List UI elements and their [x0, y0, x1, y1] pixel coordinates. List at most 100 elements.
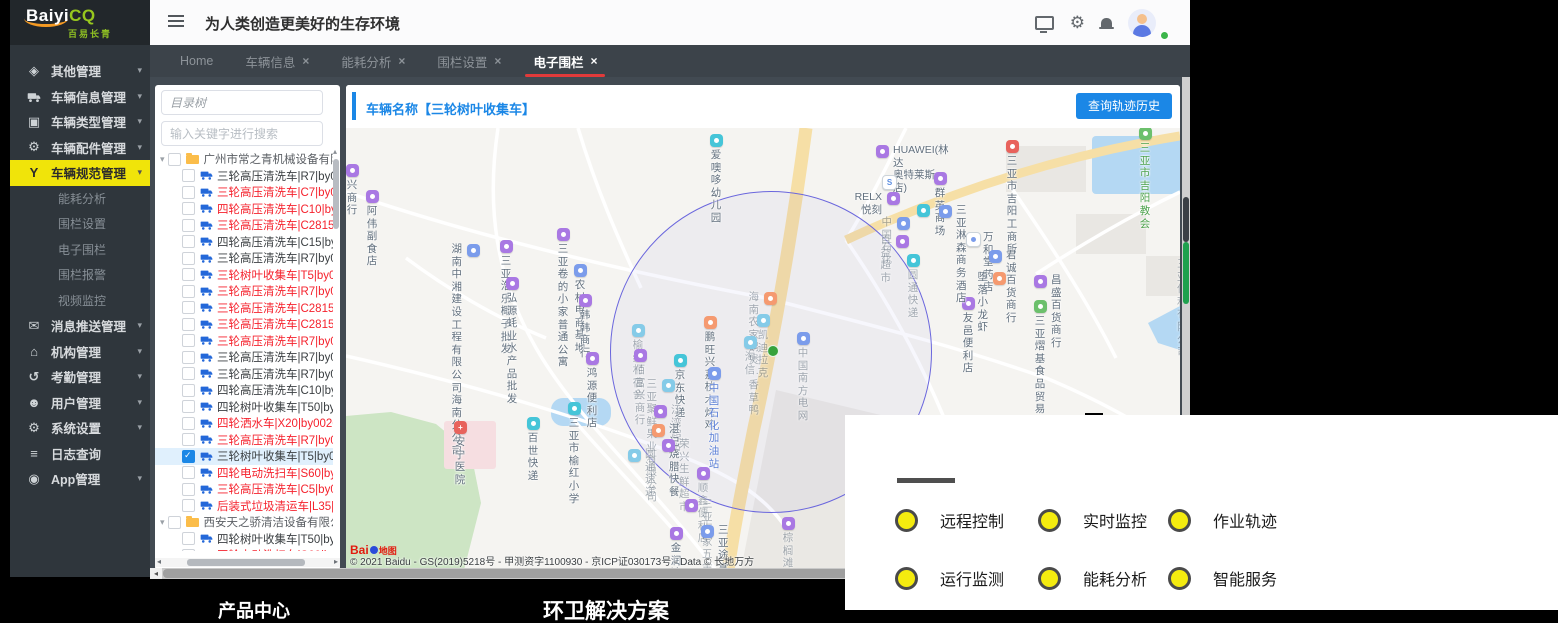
tree-vehicle-row[interactable]: 三轮高压清洗车|C2815|by00031 [155, 316, 333, 333]
tree-group-row[interactable]: ▾ 西安天之骄清洁设备有限公司 [155, 514, 333, 531]
tree-vehicle-row[interactable]: 四轮高压清洗车|C10|by00102 [155, 201, 333, 218]
tree-checkbox[interactable] [182, 301, 195, 315]
poi-marker-icon [467, 244, 480, 257]
tree-vehicle-row[interactable]: 三轮高压清洗车|R7|by00111 [155, 366, 333, 383]
tree-checkbox[interactable] [182, 532, 195, 546]
truck-icon [200, 385, 213, 396]
tree-vehicle-row[interactable]: 三轮高压清洗车|C2815|by00017 [155, 217, 333, 234]
sidebar-item-organization[interactable]: ⌂ 机构管理 ▾ [10, 339, 150, 365]
tree-checkbox[interactable] [182, 548, 195, 551]
tab-围栏设置[interactable]: 围栏设置 [421, 45, 517, 77]
sidebar-item-vehicle-standard[interactable]: Y 车辆规范管理 ▾ [10, 160, 150, 186]
tree-checkbox[interactable] [182, 202, 195, 216]
avatar[interactable] [1128, 8, 1156, 37]
search-input[interactable] [161, 121, 323, 146]
sidebar-item-vehicle-type[interactable]: ▣ 车辆类型管理 ▾ [10, 109, 150, 135]
sidebar-item-vehicle-parts[interactable]: ⚙ 车辆配件管理 ▾ [10, 135, 150, 161]
tree-horizontal-scrollbar[interactable] [155, 558, 340, 567]
tree-expander-icon[interactable]: ▾ [160, 517, 165, 528]
sidebar-menu: ◈ 其他管理 ▾ 车辆信息管理 ▾ ▣ 车辆类型管理 ▾ ⚙ 车辆配件管理 ▾ … [10, 45, 150, 577]
tree-checkbox[interactable] [182, 284, 195, 298]
sidebar-item-users[interactable]: ☻ 用户管理 ▾ [10, 390, 150, 416]
tree-vehicle-row[interactable]: 四轮电动洗扫车|S60|by00189 [155, 547, 333, 551]
tree-vehicle-row[interactable]: 三轮树叶收集车|T5|by00219 [155, 448, 333, 465]
monitor-icon[interactable] [1034, 15, 1054, 33]
sidebar-subitem-2[interactable]: 电子围栏 [10, 237, 150, 263]
tree-vehicle-row[interactable]: 三轮高压清洗车|C7|by00143 [155, 184, 333, 201]
tree-vehicle-row[interactable]: 三轮高压清洗车|R7|by00112 [155, 349, 333, 366]
tree-group-row[interactable]: ▾ 广州市常之青机械设备有限公司 [155, 151, 333, 168]
tree-vehicle-row[interactable]: 三轮高压清洗车|R7|by00114 [155, 333, 333, 350]
tree-vehicle-row[interactable]: 三轮高压清洗车|C5|by00147 [155, 481, 333, 498]
sidebar-item-other-management[interactable]: ◈ 其他管理 ▾ [10, 58, 150, 84]
tree-vehicle-row[interactable]: 三轮树叶收集车|T5|by00228 [155, 267, 333, 284]
sidebar-item-app[interactable]: ◉ App管理 ▾ [10, 466, 150, 492]
tree-checkbox[interactable] [182, 482, 195, 496]
directory-tree-input[interactable] [161, 90, 323, 115]
sidebar-subitem-4[interactable]: 视频监控 [10, 288, 150, 314]
tree-checkbox[interactable] [182, 251, 195, 265]
tree-vehicle-row[interactable]: 三轮高压清洗车|R7|by00120 [155, 250, 333, 267]
tree-vehicle-row[interactable]: 三轮高压清洗车|C2815|by00002 [155, 300, 333, 317]
tree-vehicle-row[interactable]: 四轮高压清洗车|C10|by00089 [155, 382, 333, 399]
sidebar-subitem-0[interactable]: 能耗分析 [10, 186, 150, 212]
tree-vehicle-row[interactable]: 四轮树叶收集车|T50|by00218 [155, 531, 333, 548]
tree-expander-icon[interactable]: ▾ [160, 154, 165, 165]
tree-checkbox[interactable] [182, 416, 195, 430]
tree-vehicle-row[interactable]: 四轮高压清洗车|C15|by00074 [155, 234, 333, 251]
gear-icon[interactable]: ⚙ [1070, 14, 1085, 31]
tree-checkbox[interactable] [182, 317, 195, 331]
tree-vehicle-row[interactable]: 四轮电动洗扫车|S60|by00182 [155, 465, 333, 482]
scroll-left-icon[interactable] [150, 568, 162, 579]
tree-vehicle-row[interactable]: 四轮树叶收集车|T50|by00210 [155, 399, 333, 416]
sidebar-subitem-3[interactable]: 围栏报警 [10, 262, 150, 288]
tab-close-icon[interactable] [398, 54, 405, 68]
tree-vertical-scrollbar[interactable] [333, 147, 339, 541]
scrollbar-thumb[interactable] [1183, 242, 1189, 304]
tab-Home[interactable]: Home [164, 45, 229, 77]
tree-vehicle-row[interactable]: 三轮高压清洗车|R7|by00109 [155, 432, 333, 449]
tree-checkbox[interactable] [182, 268, 195, 282]
sidebar-item-logs[interactable]: ≡ 日志查询 ▾ [10, 441, 150, 467]
tree-checkbox[interactable] [182, 499, 195, 513]
sidebar-item-attendance[interactable]: ↺ 考勤管理 ▾ [10, 364, 150, 390]
bottom-link-sanitation-solution[interactable]: 环卫解决方案 [543, 595, 669, 623]
tree-checkbox[interactable] [182, 334, 195, 348]
tree-checkbox[interactable] [182, 169, 195, 183]
tree-checkbox[interactable] [182, 400, 195, 414]
sidebar-item-system-settings[interactable]: ⚙ 系统设置 ▾ [10, 415, 150, 441]
sidebar-item-message-push[interactable]: ✉ 消息推送管理 ▾ [10, 313, 150, 339]
tree-checkbox[interactable] [182, 466, 195, 480]
tree-vehicle-row[interactable]: 后装式垃圾清运车|L35|by00280 [155, 498, 333, 515]
tree-checkbox[interactable] [182, 218, 195, 232]
sidebar-item-vehicle-info[interactable]: 车辆信息管理 ▾ [10, 84, 150, 110]
hamburger-menu-icon[interactable] [168, 15, 184, 29]
poi-marker-icon [634, 349, 647, 362]
tree-checkbox[interactable] [182, 350, 195, 364]
tree-checkbox[interactable] [182, 433, 195, 447]
tree-checkbox[interactable] [182, 383, 195, 397]
query-track-history-button[interactable]: 查询轨迹历史 [1075, 93, 1172, 119]
sidebar-subitem-1[interactable]: 围栏设置 [10, 211, 150, 237]
bottom-link-product-center[interactable]: 产品中心 [218, 597, 290, 623]
scroll-left-icon[interactable] [157, 557, 161, 566]
tree-vehicle-row[interactable]: 三轮高压清洗车|R7|by00116 [155, 283, 333, 300]
tab-车辆信息[interactable]: 车辆信息 [229, 45, 325, 77]
tree-checkbox[interactable] [167, 515, 181, 529]
map-attribution: © 2021 Baidu - GS(2019)5218号 - 甲测资字11009… [350, 557, 755, 568]
tab-电子围栏[interactable]: 电子围栏 [517, 45, 613, 77]
chevron-down-icon: ▾ [137, 371, 142, 382]
tab-close-icon[interactable] [590, 54, 597, 68]
tree-checkbox[interactable] [182, 235, 195, 249]
tree-checkbox[interactable] [182, 449, 195, 463]
tab-close-icon[interactable] [494, 54, 501, 68]
tree-vehicle-row[interactable]: 四轮洒水车|X20|by00260 [155, 415, 333, 432]
tab-能耗分析[interactable]: 能耗分析 [325, 45, 421, 77]
tab-close-icon[interactable] [302, 54, 309, 68]
bell-icon[interactable] [1099, 18, 1114, 29]
tree-checkbox[interactable] [182, 185, 195, 199]
tree-checkbox[interactable] [182, 367, 195, 381]
tree-vehicle-row[interactable]: 三轮高压清洗车|R7|by00125 [155, 168, 333, 185]
scroll-right-icon[interactable] [334, 557, 338, 566]
tree-checkbox[interactable] [167, 152, 181, 166]
